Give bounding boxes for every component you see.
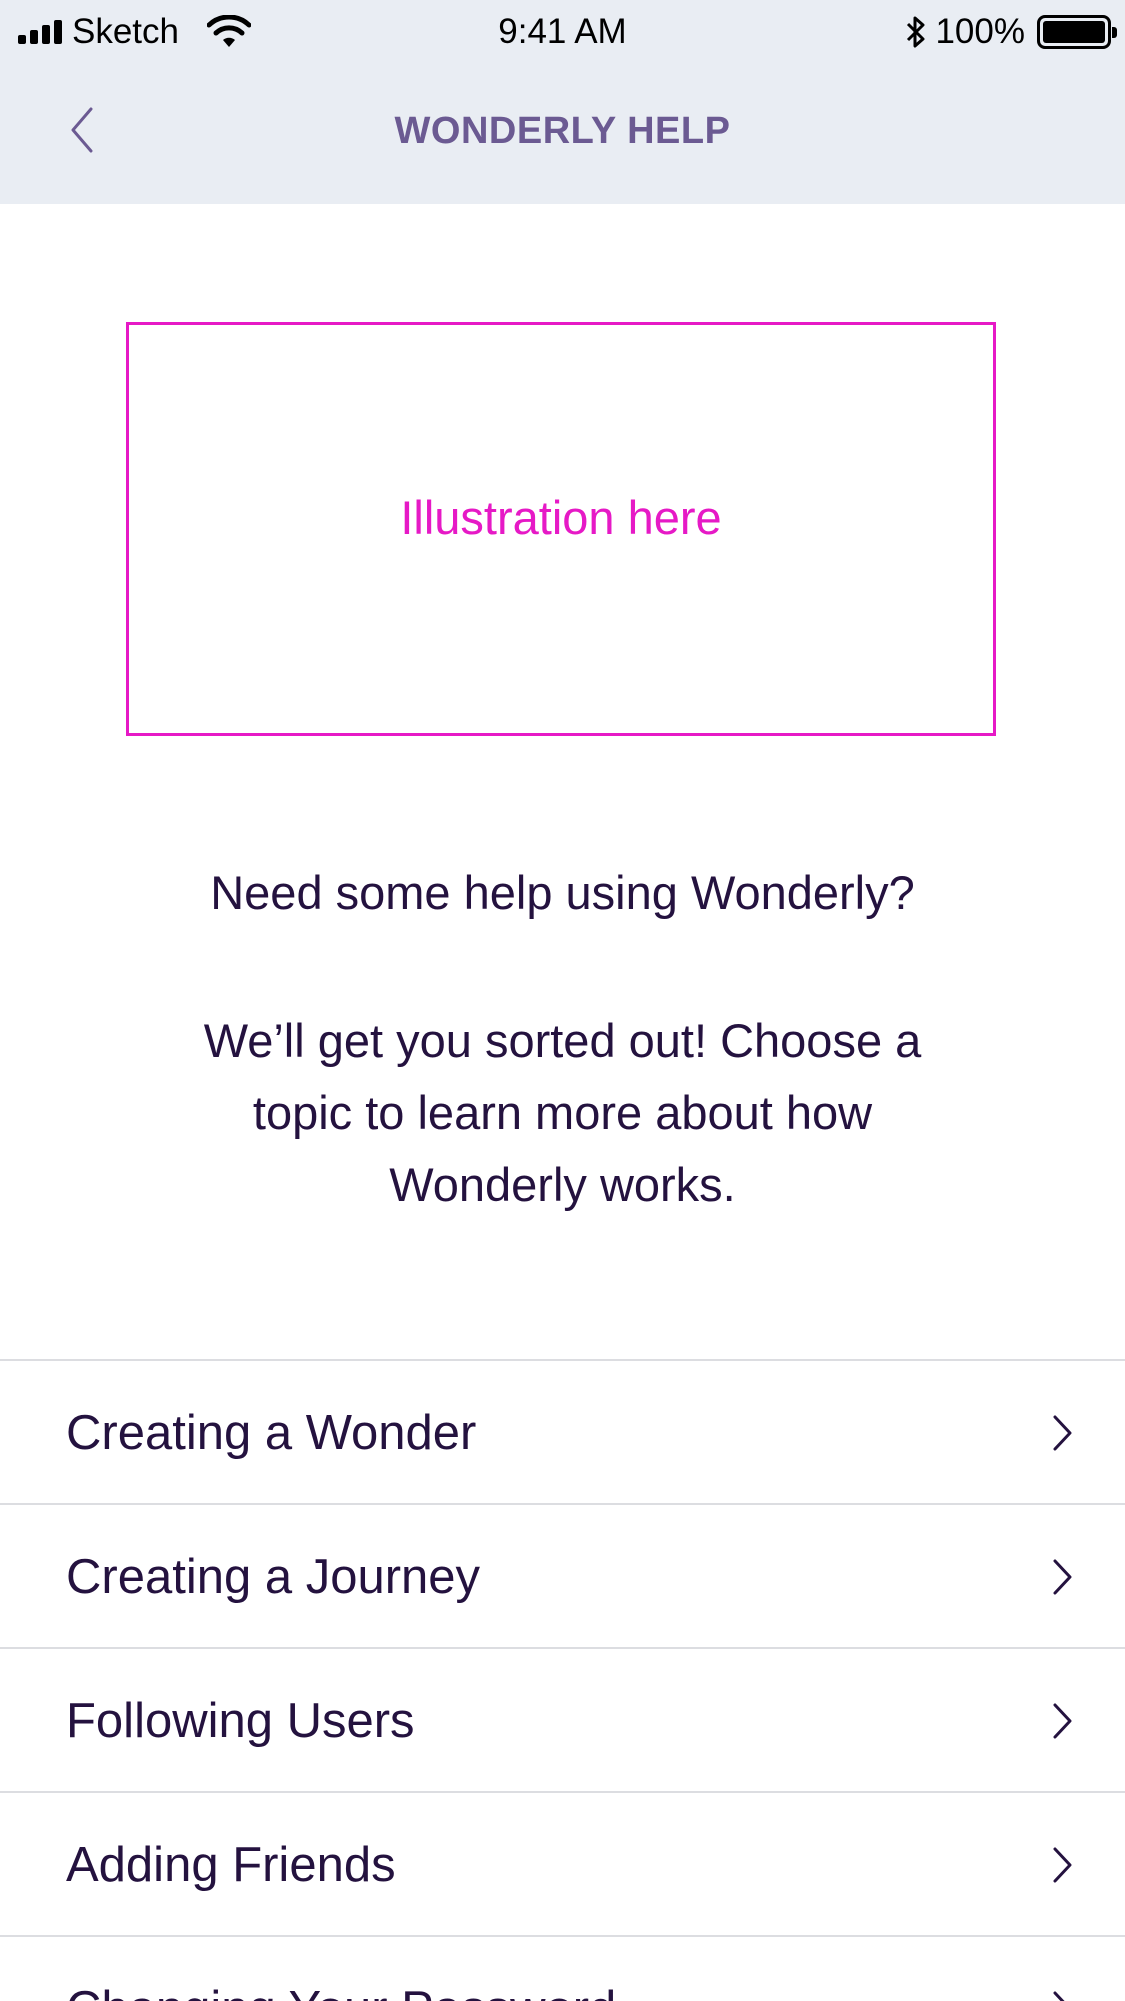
status-bar: Sketch 9:41 AM 100% [0, 0, 1125, 62]
topic-label: Following Users [66, 1694, 415, 1748]
chevron-right-icon [1053, 1991, 1065, 2001]
illustration-label: Illustration here [400, 491, 722, 544]
topic-list: Creating a Wonder Creating a Journey Fol… [0, 1359, 1125, 2001]
topic-item-creating-a-journey[interactable]: Creating a Journey [0, 1503, 1125, 1647]
navigation-bar: WONDERLY HELP [0, 62, 1125, 204]
illustration-placeholder: Illustration here [126, 322, 996, 736]
page-title: WONDERLY HELP [394, 110, 731, 152]
chevron-right-icon [1053, 1847, 1072, 1883]
battery-icon [1037, 15, 1117, 49]
help-heading: Need some help using Wonderly? [210, 866, 915, 919]
help-description: We’ll get you sorted out! Choose a topic… [203, 1014, 922, 1211]
topic-label: Creating a Journey [66, 1550, 481, 1604]
topic-label: Adding Friends [66, 1838, 396, 1892]
bluetooth-icon [907, 16, 925, 48]
battery-percent: 100% [935, 12, 1025, 51]
topic-label: Changing Your Password [66, 1981, 616, 2001]
topic-item-changing-your-password[interactable]: Changing Your Password [0, 1935, 1125, 2001]
topic-label: Creating a Wonder [66, 1406, 477, 1460]
topic-item-following-users[interactable]: Following Users [0, 1647, 1125, 1791]
topic-item-adding-friends[interactable]: Adding Friends [0, 1791, 1125, 1935]
chevron-right-icon [1053, 1703, 1072, 1739]
status-right: 100% [905, 12, 1117, 52]
chevron-right-icon [1053, 1415, 1072, 1451]
chevron-right-icon [1053, 1559, 1072, 1595]
help-screen: Sketch 9:41 AM 100% WONDERLY HELP Illust… [0, 0, 1125, 2001]
topic-item-creating-a-wonder[interactable]: Creating a Wonder [0, 1359, 1125, 1503]
